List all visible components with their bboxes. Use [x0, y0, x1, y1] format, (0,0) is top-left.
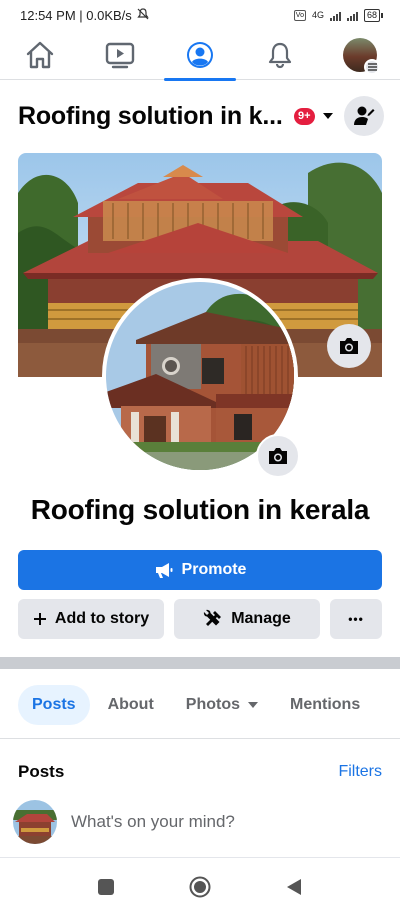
add-to-story-label: Add to story: [54, 610, 150, 627]
avatar: [13, 800, 57, 844]
status-right: Vo 4G 68: [293, 8, 384, 22]
person-edit-icon: [354, 106, 375, 125]
action-buttons-row: Add to story Manage •••: [18, 599, 382, 639]
promote-button[interactable]: Promote: [18, 550, 382, 590]
back-button[interactable]: [285, 877, 303, 902]
nav-profile[interactable]: [164, 30, 236, 81]
home-button[interactable]: [189, 876, 211, 903]
bottom-divider: [0, 857, 400, 858]
composer-input[interactable]: What's on your mind?: [71, 812, 235, 832]
add-to-story-button[interactable]: Add to story: [18, 599, 164, 639]
home-icon: [26, 41, 54, 68]
posts-header: Posts Filters: [18, 760, 382, 784]
tab-mentions[interactable]: Mentions: [276, 685, 374, 725]
top-navigation: [0, 30, 400, 81]
switch-profile-button[interactable]: [344, 96, 384, 136]
battery-icon: 68: [363, 8, 384, 22]
avatar: [343, 37, 380, 75]
manage-label: Manage: [231, 610, 291, 627]
tab-posts[interactable]: Posts: [18, 685, 90, 725]
more-options-button[interactable]: •••: [330, 599, 382, 639]
nav-menu[interactable]: [324, 30, 396, 80]
section-separator: [0, 657, 400, 669]
tabs-divider: [0, 738, 400, 739]
edit-profile-picture-button[interactable]: [256, 434, 300, 478]
tab-photos[interactable]: Photos: [172, 685, 272, 725]
back-triangle-icon: [287, 879, 301, 895]
chevron-down-icon: [248, 702, 258, 708]
menu-badge-icon: [364, 58, 380, 75]
bell-icon: [268, 42, 292, 68]
more-icon: •••: [348, 612, 364, 626]
system-navigation-bar: [0, 862, 400, 917]
page-tabs: Posts About Photos Mentions: [18, 684, 400, 726]
signal-icon: [329, 10, 341, 21]
tools-icon: [204, 609, 222, 626]
square-icon: [98, 879, 114, 895]
page-header-title[interactable]: Roofing solution in k...: [18, 102, 288, 131]
posts-title: Posts: [18, 762, 65, 781]
notification-badge: 9+: [294, 107, 315, 125]
manage-button[interactable]: Manage: [174, 599, 320, 639]
post-composer[interactable]: What's on your mind?: [13, 799, 387, 845]
camera-icon: [269, 448, 287, 464]
tab-label: Photos: [185, 696, 240, 713]
nav-home[interactable]: [4, 30, 76, 80]
nav-watch[interactable]: [84, 30, 156, 80]
page-name: Roofing solution in kerala: [30, 494, 370, 525]
promote-label: Promote: [181, 561, 247, 578]
chevron-down-icon[interactable]: [322, 113, 333, 119]
status-time: 12:54 PM | 0.0KB/s: [20, 7, 132, 23]
status-left: 12:54 PM | 0.0KB/s: [20, 7, 150, 24]
megaphone-icon: [155, 563, 173, 578]
circle-icon: [189, 876, 211, 898]
network-type: 4G: [311, 10, 324, 20]
tab-label: Mentions: [290, 696, 361, 713]
tab-about[interactable]: About: [94, 685, 168, 725]
camera-icon: [340, 338, 358, 354]
nav-notifications[interactable]: [244, 30, 316, 80]
watch-icon: [105, 42, 135, 68]
profile-icon: [187, 41, 213, 68]
filters-link[interactable]: Filters: [338, 763, 382, 781]
recents-button[interactable]: [97, 878, 115, 901]
tab-label: About: [107, 696, 154, 713]
tab-label: Posts: [32, 696, 76, 713]
volte-badge: Vo: [293, 9, 306, 21]
status-bar: 12:54 PM | 0.0KB/s Vo 4G 68: [0, 0, 400, 30]
edit-cover-button[interactable]: [327, 324, 371, 368]
signal-icon-2: [346, 10, 358, 21]
plus-icon: [33, 613, 46, 625]
page-header: Roofing solution in k... 9+: [18, 96, 384, 136]
mute-icon: [136, 7, 150, 24]
